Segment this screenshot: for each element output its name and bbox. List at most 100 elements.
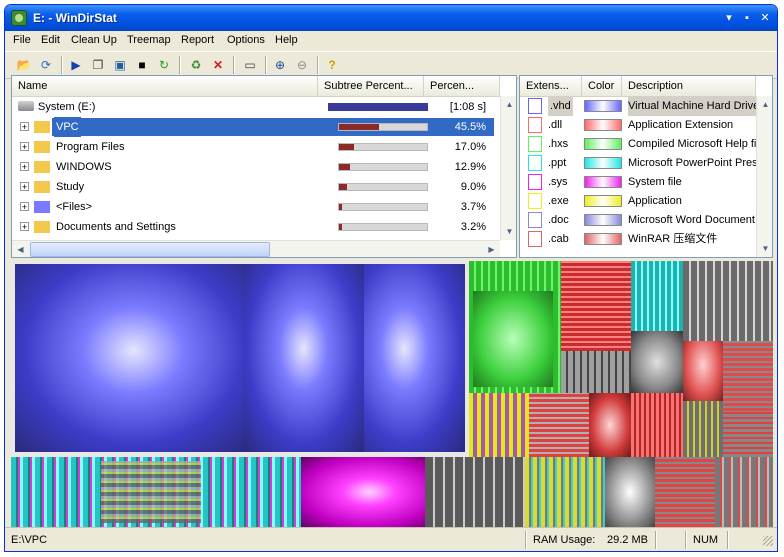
menu-edit[interactable]: Edit	[41, 34, 60, 46]
extension-row[interactable]: .dll Application Extension	[520, 116, 756, 135]
color-swatch	[584, 176, 622, 188]
tree-header: Name Subtree Percent... Percen...	[12, 76, 500, 97]
refresh-all-icon[interactable]: ⟳	[37, 56, 55, 74]
tree-row[interactable]: + WINDOWS 12.9%	[12, 157, 500, 177]
scroll-left-icon[interactable]: ◀	[12, 241, 29, 257]
percent-value: 9.0%	[460, 181, 486, 193]
command-prompt-icon[interactable]: ■	[133, 56, 151, 74]
extension-vertical-scrollbar[interactable]: ▲ ▼	[756, 96, 772, 257]
tree-row[interactable]: + Program Files 17.0%	[12, 137, 500, 157]
treemap-block-sys[interactable]	[301, 457, 425, 527]
treemap-block-hxs[interactable]	[473, 291, 553, 387]
treemap-block-misc[interactable]	[605, 457, 655, 527]
treemap-block-misc[interactable]	[425, 457, 525, 527]
expand-icon[interactable]: +	[20, 162, 29, 172]
treemap-block-misc[interactable]	[101, 461, 201, 523]
explorer-icon[interactable]: ▣	[111, 56, 129, 74]
scroll-right-icon[interactable]: ▶	[483, 241, 500, 257]
copy-icon[interactable]: ❐	[89, 56, 107, 74]
menu-report[interactable]: Report	[181, 34, 214, 46]
extension-row[interactable]: .hxs Compiled Microsoft Help fil	[520, 135, 756, 154]
scroll-up-icon[interactable]: ▲	[501, 96, 516, 113]
scroll-up-icon[interactable]: ▲	[757, 96, 772, 113]
status-separator	[685, 531, 687, 549]
treemap-block-misc[interactable]	[631, 331, 683, 393]
horizontal-scroll-thumb[interactable]	[30, 242, 270, 257]
maximize-icon[interactable]: ▪	[739, 10, 755, 26]
tree-row[interactable]: + <Files> 3.7%	[12, 197, 500, 217]
zoom-out-icon[interactable]: ⊖	[293, 56, 311, 74]
cab-icon	[528, 231, 542, 247]
new-folder-icon[interactable]: ▭	[241, 56, 259, 74]
color-swatch	[584, 138, 622, 150]
treemap-block-dll[interactable]	[589, 393, 631, 457]
tree-root-row[interactable]: System (E:) [1:08 s]	[12, 97, 500, 117]
treemap-block-misc[interactable]	[683, 261, 773, 341]
recycle-icon[interactable]: ♻	[187, 56, 205, 74]
close-icon[interactable]: ✕	[757, 10, 773, 26]
treemap-block-vhd[interactable]	[364, 264, 465, 452]
tree-row[interactable]: + Documents and Settings 3.2%	[12, 217, 500, 237]
treemap-block-dll[interactable]	[723, 341, 773, 411]
column-header-description[interactable]: Description	[622, 76, 756, 96]
treemap-block-dll[interactable]	[561, 261, 631, 351]
scroll-down-icon[interactable]: ▼	[501, 223, 516, 240]
extension-name: .vhd	[548, 97, 573, 116]
tree-vertical-scrollbar[interactable]: ▲ ▼	[500, 96, 516, 240]
treemap-block-dll[interactable]	[529, 393, 589, 457]
help-icon[interactable]: ?	[323, 56, 341, 74]
extension-row[interactable]: .sys System file	[520, 173, 756, 192]
extension-row[interactable]: .exe Application	[520, 192, 756, 211]
column-header-extension[interactable]: Extens...	[520, 76, 582, 96]
scan-time: [1:08 s]	[449, 101, 486, 113]
expand-icon[interactable]: +	[20, 222, 29, 232]
extension-name: .ppt	[548, 157, 567, 169]
expand-icon[interactable]: +	[20, 122, 29, 132]
treemap-block-vhd[interactable]	[243, 264, 364, 452]
column-header-name[interactable]: Name	[12, 76, 318, 96]
expand-icon[interactable]: +	[20, 182, 29, 192]
column-header-percent[interactable]: Percen...	[424, 76, 500, 96]
column-header-subtree-percent[interactable]: Subtree Percent...	[318, 76, 424, 96]
title-bar[interactable]: E: - WinDirStat ▾ ▪ ✕	[5, 5, 777, 31]
menu-file[interactable]: File	[13, 34, 31, 46]
treemap-block-exe[interactable]	[469, 393, 529, 457]
expand-icon[interactable]: +	[20, 142, 29, 152]
expand-icon[interactable]: +	[20, 202, 29, 212]
minimize-icon[interactable]: ▾	[721, 10, 737, 26]
treemap-block-misc[interactable]	[715, 457, 773, 527]
tree-row-label: Study	[56, 181, 85, 193]
resize-grip-icon[interactable]	[763, 536, 773, 546]
treemap-block-vhd[interactable]	[15, 264, 243, 452]
tree-row[interactable]: + VPC 45.5%	[12, 117, 500, 137]
treemap-block-exe[interactable]	[525, 457, 605, 527]
menu-treemap[interactable]: Treemap	[127, 34, 171, 46]
extension-row[interactable]: .doc Microsoft Word Document	[520, 211, 756, 230]
extension-row[interactable]: .ppt Microsoft PowerPoint Pres	[520, 154, 756, 173]
delete-icon[interactable]: ✕	[209, 56, 227, 74]
tree-horizontal-scrollbar[interactable]: ◀ ▶	[12, 240, 500, 257]
extension-row[interactable]: .vhd Virtual Machine Hard Drive	[520, 97, 756, 116]
folder-icon	[34, 161, 50, 173]
menu-options[interactable]: Options	[227, 34, 265, 46]
treemap-block-dll[interactable]	[655, 457, 715, 527]
menu-clean-up[interactable]: Clean Up	[71, 34, 117, 46]
treemap-block-dll[interactable]	[631, 393, 683, 457]
treemap-block-dll[interactable]	[723, 411, 773, 457]
extension-row[interactable]: .cab WinRAR 压缩文件	[520, 230, 756, 249]
app-icon[interactable]	[11, 10, 27, 26]
treemap-block-misc[interactable]	[561, 351, 631, 393]
play-icon[interactable]: ▶	[67, 56, 85, 74]
treemap-view[interactable]	[11, 261, 773, 527]
refresh-icon[interactable]: ↻	[155, 56, 173, 74]
treemap-block-misc[interactable]	[683, 401, 723, 457]
tree-row-label: <Files>	[56, 201, 93, 213]
menu-help[interactable]: Help	[275, 34, 298, 46]
tree-row[interactable]: + Study 9.0%	[12, 177, 500, 197]
treemap-block-dll[interactable]	[683, 341, 723, 401]
column-header-color[interactable]: Color	[582, 76, 622, 96]
open-icon[interactable]: 📂	[15, 56, 33, 74]
treemap-block-ppt[interactable]	[631, 261, 683, 331]
zoom-in-icon[interactable]: ⊕	[271, 56, 289, 74]
scroll-down-icon[interactable]: ▼	[757, 240, 772, 257]
